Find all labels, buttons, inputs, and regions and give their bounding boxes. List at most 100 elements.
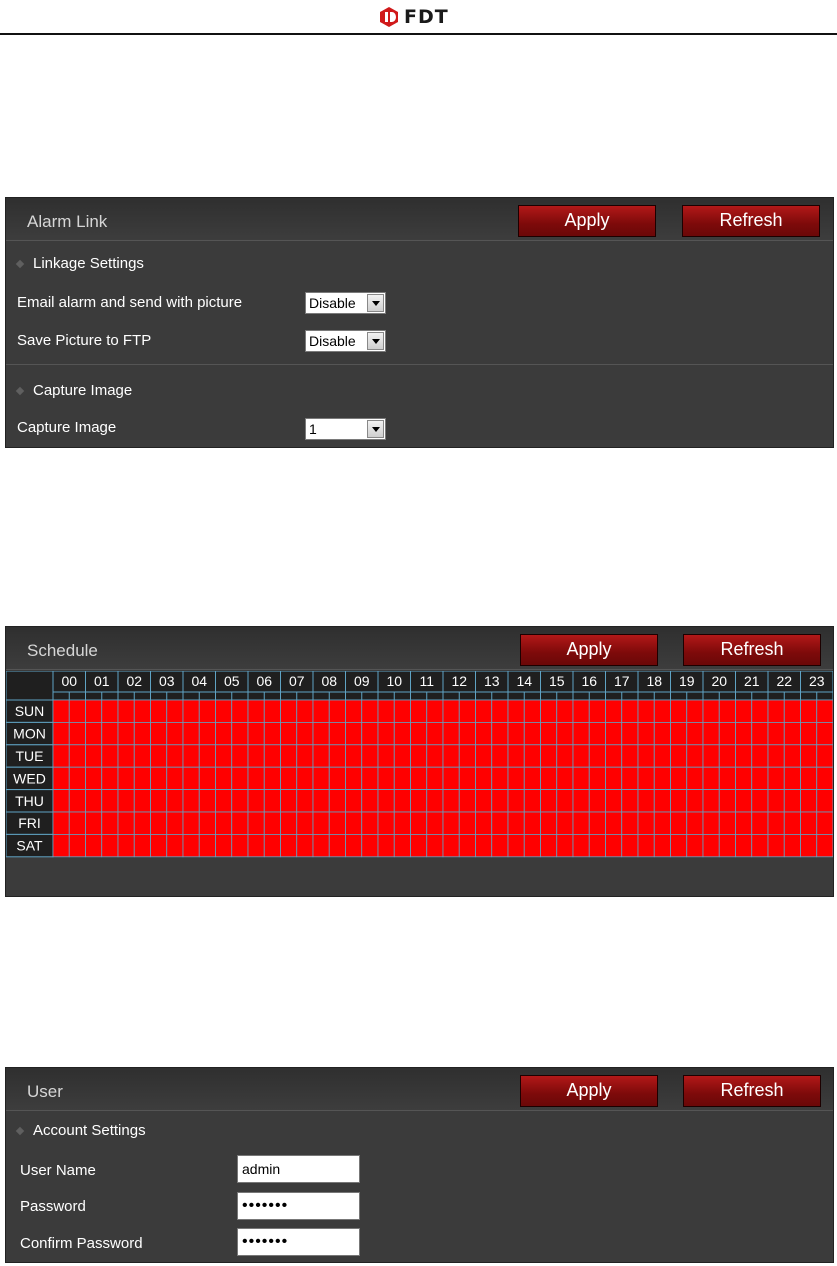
schedule-slot[interactable] [85,766,103,790]
schedule-slot[interactable] [247,722,265,746]
capture-image-select[interactable]: 1 [305,418,386,440]
schedule-slot[interactable] [702,789,720,813]
schedule-slot[interactable] [393,833,411,858]
schedule-slot[interactable] [442,811,460,835]
schedule-slot[interactable] [735,766,753,790]
schedule-slot[interactable] [605,811,623,835]
schedule-slot[interactable] [296,789,314,813]
schedule-slot[interactable] [117,722,135,746]
schedule-slot[interactable] [377,811,395,835]
schedule-slot[interactable] [345,789,363,813]
schedule-slot[interactable] [312,833,330,858]
schedule-slot[interactable] [605,699,623,723]
schedule-slot[interactable] [523,722,541,746]
schedule-slot[interactable] [117,766,135,790]
schedule-slot[interactable] [751,699,769,723]
schedule-slot[interactable] [68,766,86,790]
schedule-slot[interactable] [68,811,86,835]
schedule-slot[interactable] [166,833,184,858]
schedule-slot[interactable] [523,699,541,723]
schedule-slot[interactable] [475,699,493,723]
schedule-slot[interactable] [767,789,785,813]
schedule-slot[interactable] [393,722,411,746]
schedule-slot[interactable] [312,722,330,746]
schedule-slot[interactable] [215,722,233,746]
schedule-slot[interactable] [345,722,363,746]
schedule-slot[interactable] [361,699,379,723]
schedule-slot[interactable] [718,811,736,835]
schedule-slot[interactable] [653,744,671,768]
schedule-slot[interactable] [556,699,574,723]
schedule-slot[interactable] [345,766,363,790]
schedule-slot[interactable] [328,766,346,790]
schedule-slot[interactable] [101,789,119,813]
schedule-slot[interactable] [751,744,769,768]
schedule-slot[interactable] [182,766,200,790]
schedule-slot[interactable] [166,699,184,723]
schedule-slot[interactable] [637,789,655,813]
schedule-slot[interactable] [231,722,249,746]
schedule-slot[interactable] [735,789,753,813]
schedule-slot[interactable] [588,833,606,858]
schedule-slot[interactable] [231,766,249,790]
schedule-slot[interactable] [507,722,525,746]
schedule-slot[interactable] [702,811,720,835]
schedule-slot[interactable] [507,789,525,813]
schedule-slot[interactable] [491,833,509,858]
schedule-slot[interactable] [52,811,70,835]
schedule-slot[interactable] [312,744,330,768]
schedule-slot[interactable] [588,789,606,813]
schedule-slot[interactable] [702,833,720,858]
schedule-slot[interactable] [182,833,200,858]
schedule-slot[interactable] [182,789,200,813]
schedule-slot[interactable] [280,699,298,723]
schedule-slot[interactable] [816,766,833,790]
schedule-slot[interactable] [670,789,688,813]
schedule-slot[interactable] [621,699,639,723]
schedule-slot[interactable] [458,744,476,768]
schedule-slot[interactable] [816,811,833,835]
schedule-slot[interactable] [133,811,151,835]
schedule-slot[interactable] [263,699,281,723]
schedule-slot[interactable] [670,699,688,723]
schedule-slot[interactable] [231,833,249,858]
schedule-slot[interactable] [215,766,233,790]
schedule-slot[interactable] [718,744,736,768]
schedule-slot[interactable] [491,811,509,835]
schedule-slot[interactable] [426,722,444,746]
schedule-slot[interactable] [393,699,411,723]
schedule-slot[interactable] [101,833,119,858]
schedule-slot[interactable] [702,766,720,790]
save-ftp-select[interactable]: Disable [305,330,386,352]
schedule-slot[interactable] [556,833,574,858]
schedule-slot[interactable] [491,699,509,723]
schedule-slot[interactable] [507,833,525,858]
schedule-slot[interactable] [426,744,444,768]
schedule-slot[interactable] [361,722,379,746]
schedule-slot[interactable] [166,811,184,835]
schedule-slot[interactable] [442,699,460,723]
schedule-slot[interactable] [637,722,655,746]
schedule-slot[interactable] [637,811,655,835]
schedule-slot[interactable] [263,722,281,746]
schedule-slot[interactable] [637,744,655,768]
schedule-slot[interactable] [215,699,233,723]
schedule-slot[interactable] [133,744,151,768]
schedule-slot[interactable] [800,744,818,768]
schedule-slot[interactable] [442,833,460,858]
schedule-slot[interactable] [377,833,395,858]
schedule-slot[interactable] [280,833,298,858]
schedule-slot[interactable] [816,744,833,768]
schedule-slot[interactable] [621,722,639,746]
schedule-slot[interactable] [410,833,428,858]
schedule-slot[interactable] [296,811,314,835]
schedule-slot[interactable] [686,699,704,723]
schedule-slot[interactable] [735,811,753,835]
schedule-slot[interactable] [263,833,281,858]
schedule-slot[interactable] [345,811,363,835]
schedule-slot[interactable] [540,766,558,790]
schedule-slot[interactable] [215,744,233,768]
schedule-slot[interactable] [475,789,493,813]
schedule-slot[interactable] [588,766,606,790]
schedule-slot[interactable] [686,833,704,858]
